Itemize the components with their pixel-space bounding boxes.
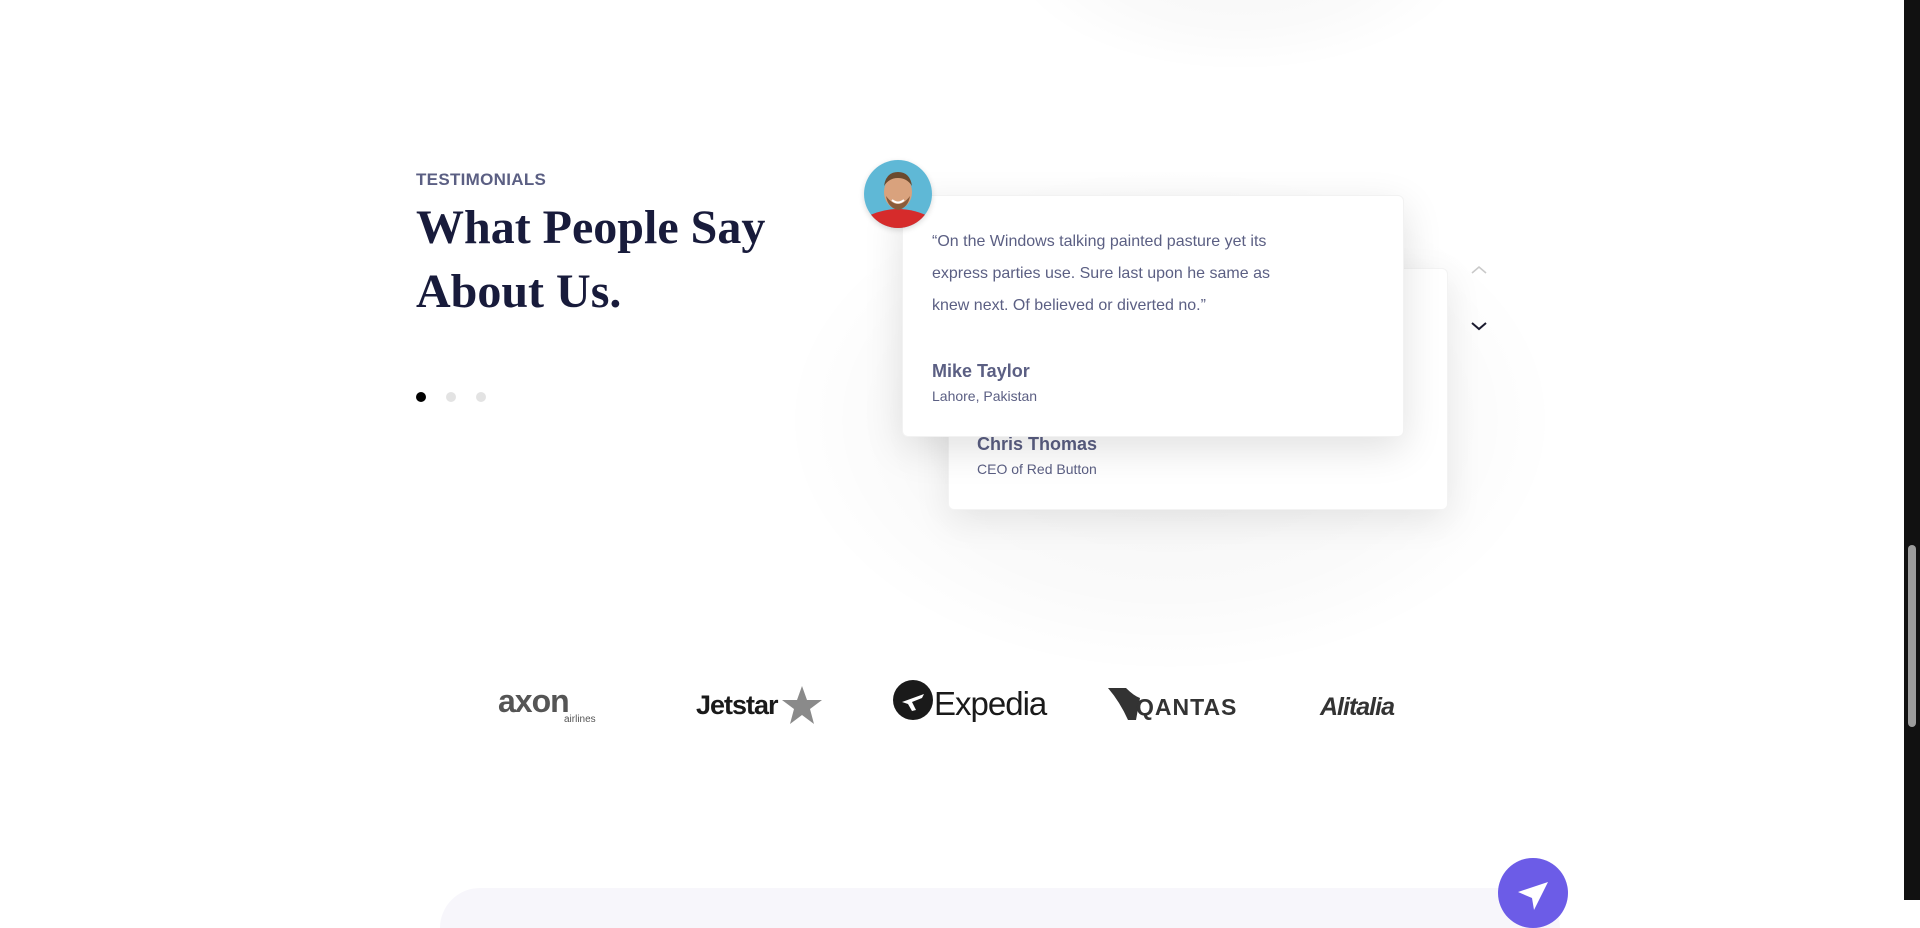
testimonial-quote: “On the Windows talking painted pasture …: [932, 233, 1270, 314]
qantas-logo-text: QANTAS: [1136, 694, 1237, 720]
scrollbar-thumb[interactable]: [1908, 545, 1916, 727]
alitalia-logo-text: Alitalia: [1319, 693, 1395, 721]
axon-logo-text: axon: [498, 683, 569, 719]
axon-logo-subtext: airlines: [564, 714, 596, 725]
newsletter-section-edge: [440, 888, 1560, 928]
paper-plane-icon: [1518, 882, 1548, 910]
testimonial-author-name: Mike Taylor: [932, 361, 1030, 381]
pagination-dot-1[interactable]: [416, 392, 426, 402]
testimonial-author-name: Chris Thomas: [977, 434, 1098, 454]
testimonial-author-role: CEO of Red Button: [977, 461, 1097, 477]
section-eyebrow: TESTIMONIALS: [416, 170, 547, 189]
pagination-dot-3[interactable]: [476, 392, 486, 402]
alitalia-logo: Alitalia: [1318, 672, 1418, 732]
chevron-down-icon[interactable]: [1467, 318, 1491, 334]
partner-logos: axon airlines Jetstar Expedia QANTAS Ali…: [0, 672, 1920, 732]
jetstar-logo: Jetstar: [694, 672, 824, 732]
decorative-shadow-blob: [1010, 0, 1470, 70]
heading-line-1: What People Say: [416, 201, 766, 254]
expedia-logo: Expedia: [892, 672, 1062, 732]
send-button[interactable]: [1498, 858, 1568, 928]
expedia-logo-text: Expedia: [934, 685, 1048, 722]
jetstar-logo-text: Jetstar: [696, 690, 779, 720]
section-heading: What People Say About Us.: [416, 196, 836, 324]
avatar-icon: [864, 160, 932, 228]
heading-line-2: About Us.: [416, 265, 622, 318]
chevron-up-icon[interactable]: [1467, 262, 1491, 278]
qantas-logo: QANTAS: [1106, 672, 1272, 732]
axon-logo: axon airlines: [496, 672, 620, 732]
carousel-pagination: [416, 392, 486, 402]
pagination-dot-2[interactable]: [446, 392, 456, 402]
testimonial-author-role: Lahore, Pakistan: [932, 388, 1038, 404]
page-scrollbar[interactable]: [1904, 0, 1920, 900]
